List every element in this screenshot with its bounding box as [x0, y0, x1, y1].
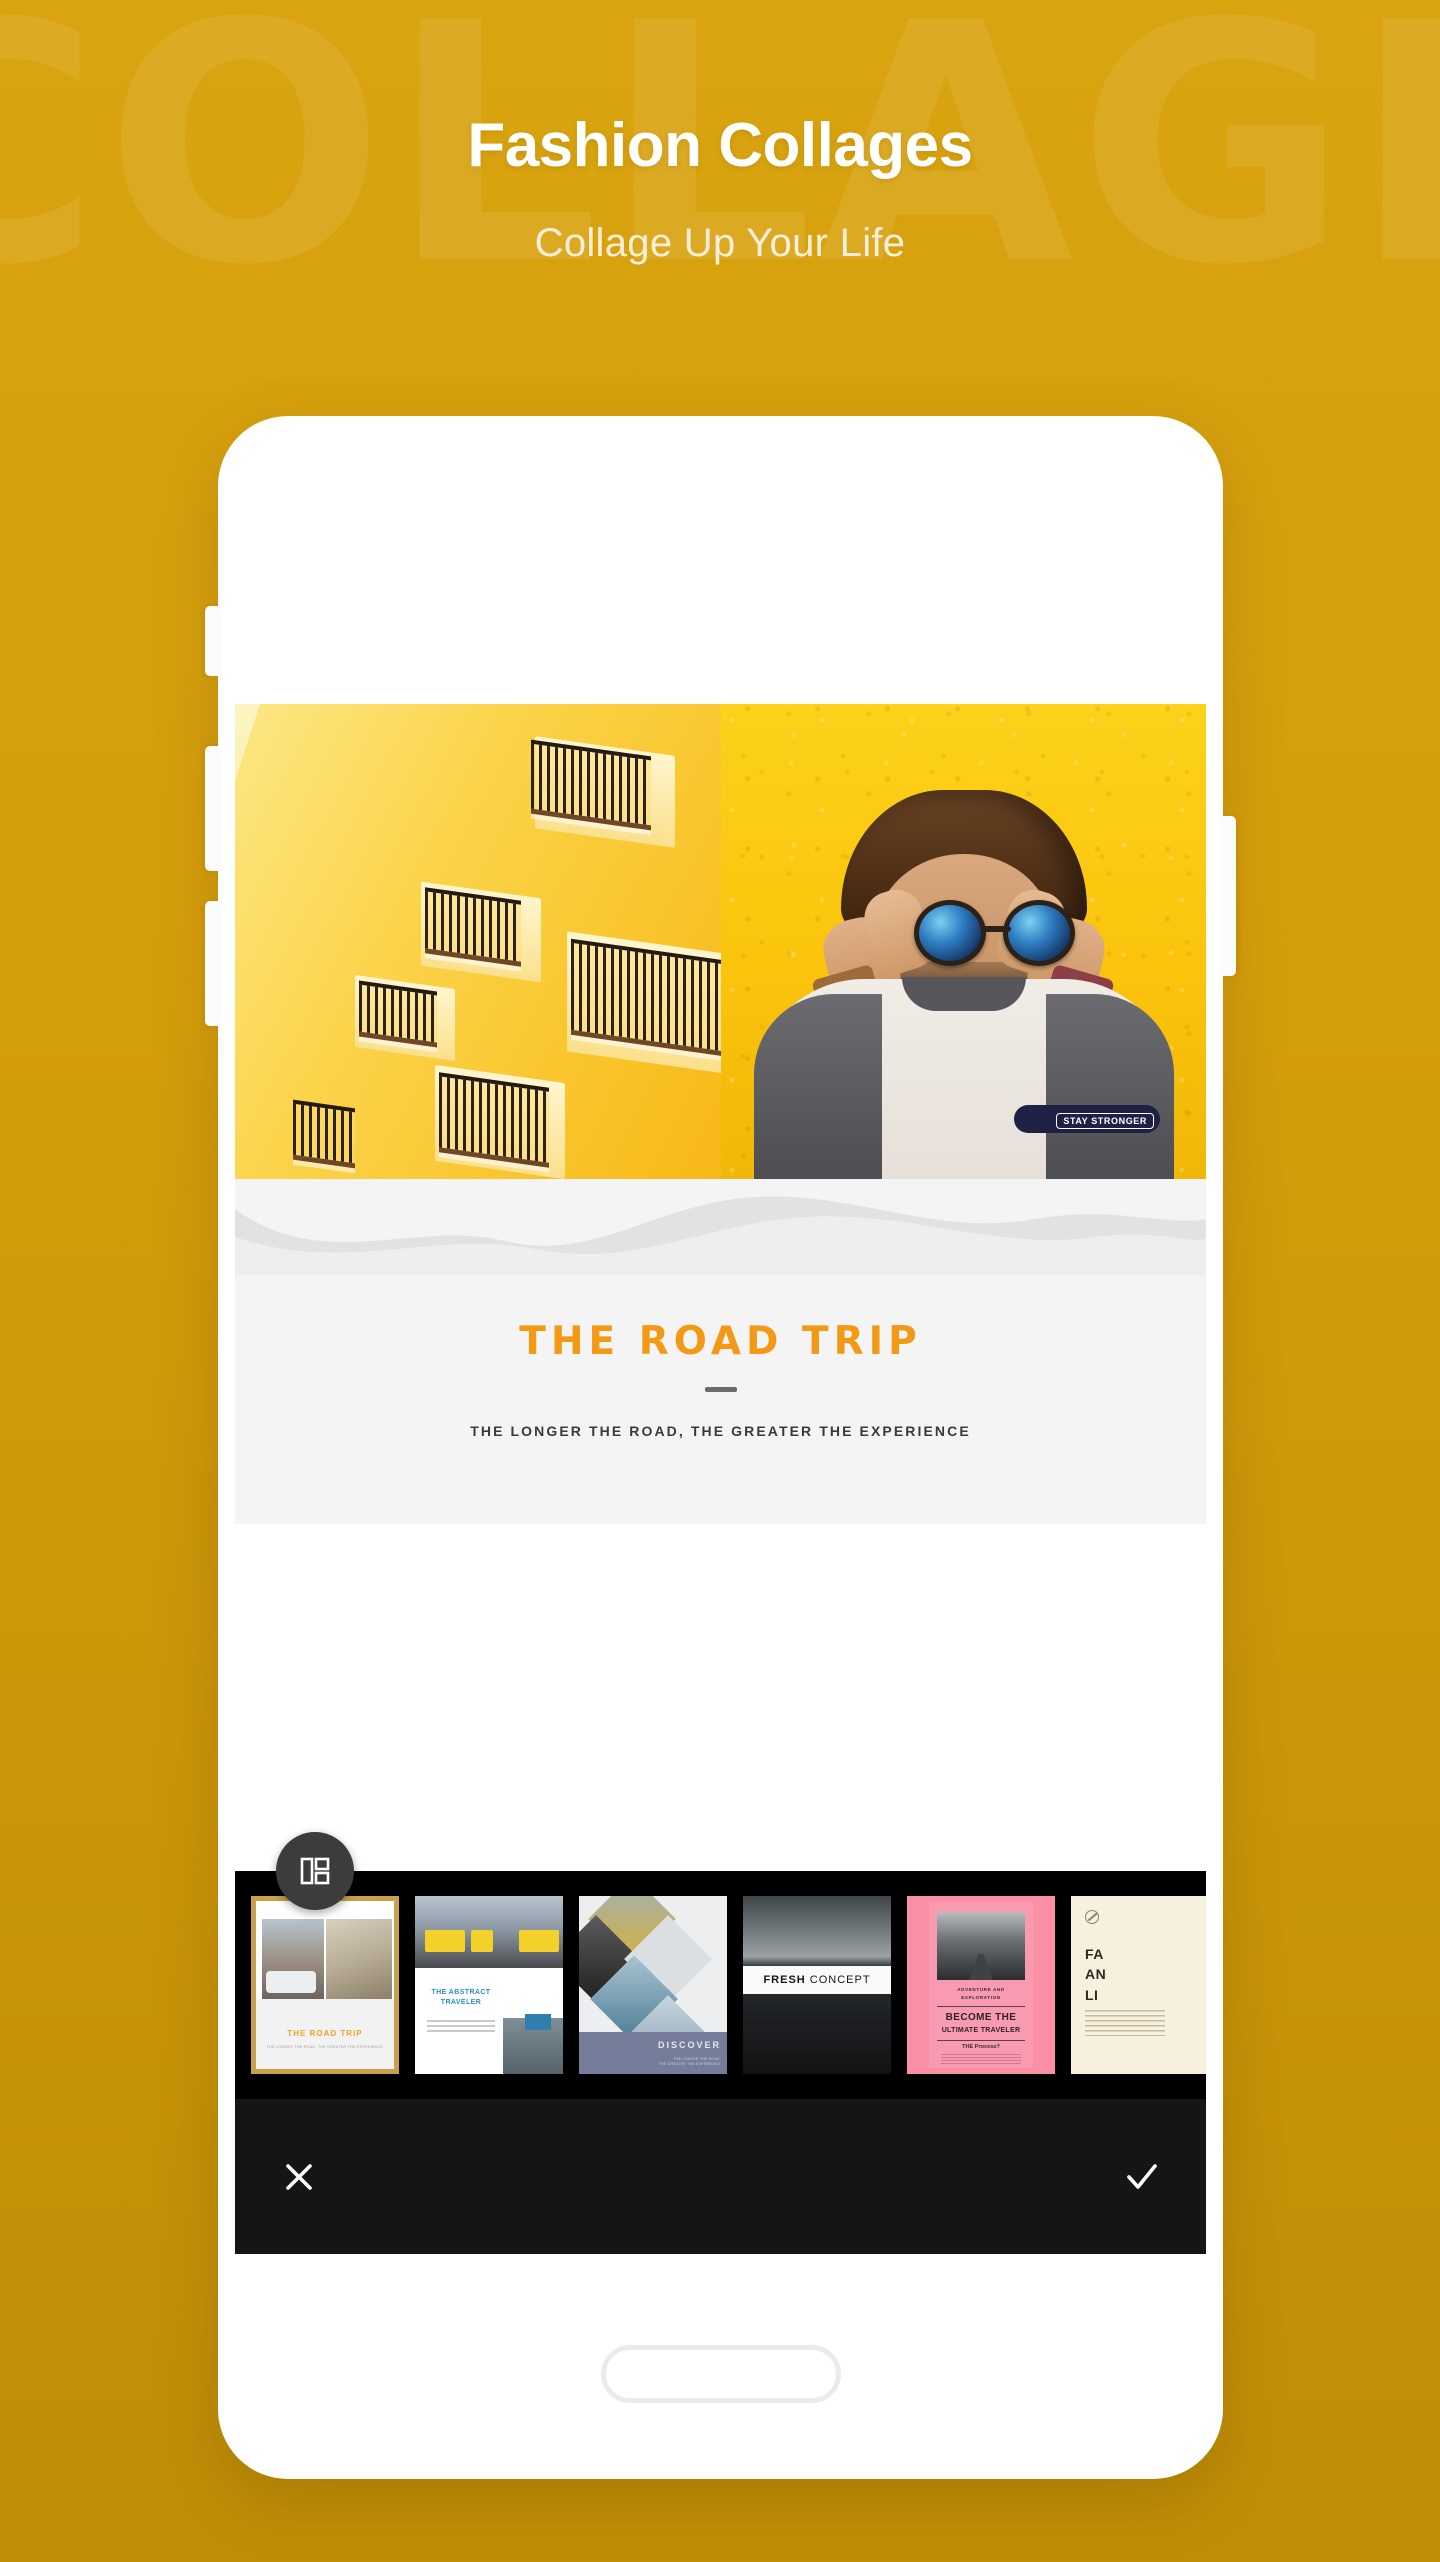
cancel-button[interactable] — [275, 2153, 323, 2201]
sunglasses-right-lens — [1003, 900, 1075, 966]
caption-title: THE ROAD TRIP — [519, 1319, 922, 1364]
editor-action-bar — [235, 2099, 1206, 2254]
layout-picker-button[interactable] — [276, 1832, 354, 1910]
confirm-button[interactable] — [1118, 2153, 1166, 2201]
thumbnail-label-light: CONCEPT — [809, 1974, 871, 1986]
phone-volume-up-button[interactable] — [205, 746, 221, 871]
page-header: Fashion Collages Collage Up Your Life — [0, 0, 1440, 266]
thumbnail-ultimate-traveler[interactable]: ADVENTURE AND EXPLORATION BECOME THE ULT… — [907, 1896, 1055, 2074]
thumbnail-road-trip[interactable]: THE ROAD TRIP THE LONGER THE ROAD, THE G… — [251, 1896, 399, 2074]
balcony-railing — [359, 980, 437, 1048]
page-title: Fashion Collages — [467, 111, 973, 180]
thumb-tram — [425, 1930, 465, 1952]
thumbnail-eyebrow: ADVENTURE AND EXPLORATION — [957, 1987, 1005, 2000]
checkmark-icon — [1127, 2163, 1157, 2189]
balcony-railing — [293, 1099, 355, 1169]
wave-divider-icon — [235, 1196, 1206, 1275]
thumbnail-label: BECOME THE — [945, 2012, 1017, 2023]
shirt-left-sleeve — [753, 994, 882, 1179]
thumb-photo — [326, 1919, 392, 1999]
layout-grid-icon — [300, 1857, 330, 1885]
thumb-tram — [471, 1930, 493, 1952]
page-subtitle: Collage Up Your Life — [534, 221, 906, 265]
thumb-house-roof — [525, 2014, 551, 2030]
thumbnail-label-bold: FRESH — [763, 1974, 806, 1986]
collage-photo-building[interactable] — [235, 704, 721, 1179]
template-thumbnail-strip[interactable]: THE ROAD TRIP THE LONGER THE ROAD, THE G… — [235, 1871, 1206, 2099]
phone-silent-switch[interactable] — [205, 606, 221, 676]
thumb-tram — [519, 1930, 559, 1952]
phone-mockup: STAY STRONGER THE ROAD TRIP THE LONGER T… — [205, 416, 1236, 2479]
sunglasses-left-lens — [914, 900, 986, 966]
phone-screen: STAY STRONGER THE ROAD TRIP THE LONGER T… — [235, 704, 1206, 2254]
thumbnail-label: FA AN LI — [1085, 1946, 1107, 2003]
sunglasses-bridge — [983, 926, 1011, 932]
caption-subtitle: THE LONGER THE ROAD, THE GREATER THE EXP… — [470, 1423, 971, 1439]
thumbnail-discover[interactable]: DISCOVER THE LONGER THE ROAD, THE GREATE… — [579, 1896, 727, 2074]
shirt-badge-text: STAY STRONGER — [1056, 1113, 1154, 1129]
caption-divider — [704, 1387, 737, 1392]
thumb-car — [266, 1971, 316, 1993]
thumbnail-label: THE ROAD TRIP — [287, 2029, 363, 2038]
thumbnail-label: FRESH CONCEPT — [743, 1974, 891, 1986]
close-x-icon — [286, 2163, 312, 2190]
collage-caption-panel: THE ROAD TRIP THE LONGER THE ROAD, THE G… — [235, 1179, 1206, 1524]
thumbnail-fashion-and-life[interactable]: FA AN LI — [1071, 1896, 1206, 2074]
thumbnail-sublabel: THE LONGER THE ROAD, THE GREATER THE EXP… — [266, 2045, 384, 2049]
phone-volume-down-button[interactable] — [205, 901, 221, 1026]
thumbnail-label: THE ABSTRACT TRAVELER — [431, 1989, 491, 2006]
phone-home-indicator[interactable] — [600, 2345, 841, 2403]
shirt-collar — [901, 977, 1026, 1011]
balcony-railing — [439, 1072, 549, 1168]
thumbnail-label: DISCOVER — [657, 2040, 721, 2050]
thumbnail-label2: ULTIMATE TRAVELER — [941, 2027, 1021, 2034]
shirt-right-sleeve — [1045, 994, 1174, 1179]
collage-photo-portrait[interactable]: STAY STRONGER — [721, 704, 1206, 1179]
phone-power-button[interactable] — [1220, 816, 1236, 976]
thumbnail-fresh-concept[interactable]: FRESH CONCEPT — [743, 1896, 891, 2074]
thumbnail-footer: THE Process? — [962, 2044, 1000, 2050]
collage-canvas[interactable]: STAY STRONGER — [235, 704, 1206, 1179]
balcony-railing — [425, 887, 521, 967]
portrait-shirt — [753, 977, 1174, 1179]
thumbnail-sublabel: THE LONGER THE ROAD, THE GREATER THE EXP… — [658, 2056, 721, 2066]
thumbnail-abstract-traveler[interactable]: THE ABSTRACT TRAVELER — [415, 1896, 563, 2074]
leaf-badge-icon — [1085, 1910, 1099, 1924]
